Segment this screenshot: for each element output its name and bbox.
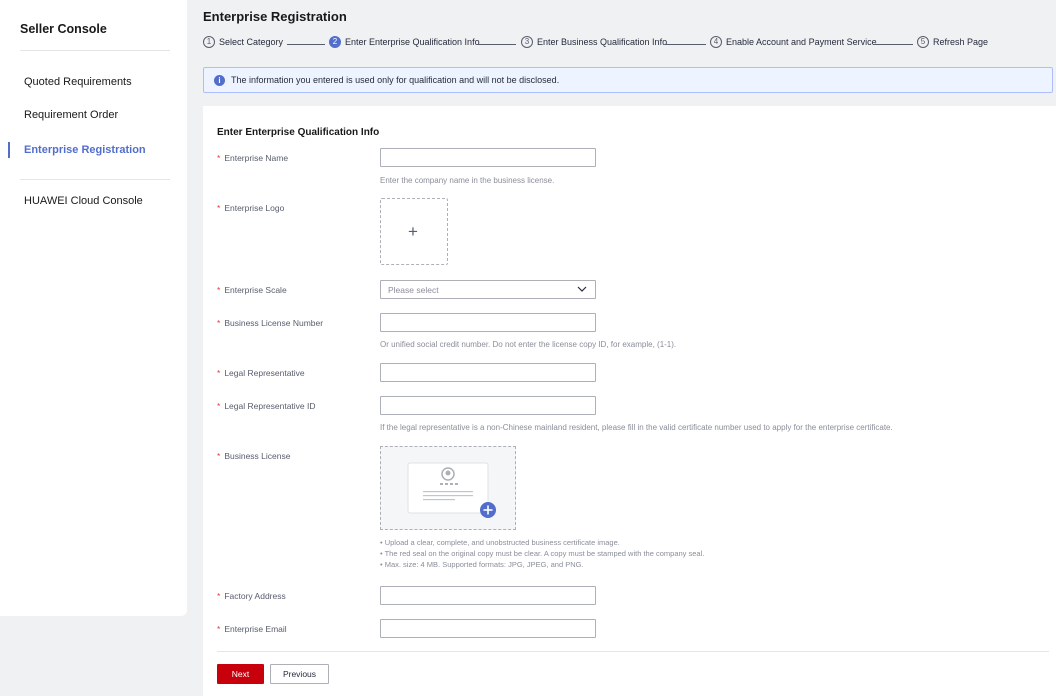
- field-label: Enterprise Logo: [224, 203, 285, 213]
- required-mark: *: [217, 285, 221, 295]
- factory-address-label: * Factory Address: [217, 591, 286, 601]
- form-panel: Enter Enterprise Qualification Info * Ent…: [203, 106, 1056, 696]
- previous-button[interactable]: Previous: [270, 664, 329, 684]
- enterprise-name-help: Enter the company name in the business l…: [380, 176, 555, 185]
- field-label: Enterprise Scale: [224, 285, 287, 295]
- enterprise-email-input[interactable]: [380, 619, 596, 638]
- step-4: 4 Enable Account and Payment Service: [710, 36, 877, 48]
- sidebar: Seller Console Quoted Requirements Requi…: [0, 0, 187, 616]
- info-banner: i The information you entered is used on…: [203, 67, 1053, 93]
- field-label: Legal Representative ID: [224, 401, 316, 411]
- enterprise-email-label: * Enterprise Email: [217, 624, 287, 634]
- required-mark: *: [217, 318, 221, 328]
- step-connector: [287, 44, 325, 45]
- sidebar-item-quoted-requirements[interactable]: Quoted Requirements: [24, 76, 132, 88]
- info-text: The information you entered is used only…: [231, 75, 560, 85]
- legal-rep-id-input[interactable]: [380, 396, 596, 415]
- enterprise-name-label: * Enterprise Name: [217, 153, 288, 163]
- step-5: 5 Refresh Page: [917, 36, 988, 48]
- step-3: 3 Enter Business Qualification Info: [521, 36, 667, 48]
- page-title: Enterprise Registration: [203, 9, 347, 24]
- step-indicator: 1 Select Category 2 Enter Enterprise Qua…: [203, 36, 1043, 54]
- license-number-help: Or unified social credit number. Do not …: [380, 340, 677, 349]
- required-mark: *: [217, 401, 221, 411]
- required-mark: *: [217, 591, 221, 601]
- step-connector: [873, 44, 913, 45]
- upload-note: • The red seal on the original copy must…: [380, 549, 705, 558]
- upload-requirements: • Upload a clear, complete, and unobstru…: [380, 537, 704, 570]
- required-mark: *: [217, 624, 221, 634]
- legal-rep-label: * Legal Representative: [217, 368, 305, 378]
- legal-rep-input[interactable]: [380, 363, 596, 382]
- sidebar-title: Seller Console: [20, 22, 107, 36]
- field-label: Factory Address: [224, 591, 286, 601]
- sidebar-item-requirement-order[interactable]: Requirement Order: [24, 109, 118, 121]
- required-mark: *: [217, 368, 221, 378]
- step-connector: [477, 44, 516, 45]
- sidebar-divider: [20, 50, 170, 51]
- license-placeholder-icon: [407, 462, 496, 518]
- business-license-upload[interactable]: [380, 446, 516, 530]
- step-label: Enter Enterprise Qualification Info: [345, 37, 480, 47]
- factory-address-input[interactable]: [380, 586, 596, 605]
- upload-note: • Upload a clear, complete, and unobstru…: [380, 538, 620, 547]
- form-divider: [217, 651, 1049, 652]
- plus-icon: +: [408, 222, 418, 241]
- step-number: 2: [329, 36, 341, 48]
- step-1: 1 Select Category: [203, 36, 283, 48]
- info-icon: i: [214, 74, 225, 86]
- sidebar-item-huawei-cloud-console[interactable]: HUAWEI Cloud Console: [24, 195, 143, 207]
- license-number-label: * Business License Number: [217, 318, 323, 328]
- step-2: 2 Enter Enterprise Qualification Info: [329, 36, 480, 48]
- section-title: Enter Enterprise Qualification Info: [217, 127, 380, 138]
- step-number: 5: [917, 36, 929, 48]
- license-number-input[interactable]: [380, 313, 596, 332]
- chevron-down-icon: [577, 286, 587, 292]
- step-label: Refresh Page: [933, 37, 989, 47]
- enterprise-scale-label: * Enterprise Scale: [217, 285, 287, 295]
- step-label: Enter Business Qualification Info: [537, 37, 668, 47]
- step-label: Select Category: [219, 37, 284, 47]
- business-license-label: * Business License: [217, 451, 290, 461]
- next-button[interactable]: Next: [217, 664, 264, 684]
- enterprise-name-input[interactable]: [380, 148, 596, 167]
- required-mark: *: [217, 203, 221, 213]
- step-number: 1: [203, 36, 215, 48]
- field-label: Business License: [224, 451, 291, 461]
- enterprise-logo-label: * Enterprise Logo: [217, 203, 284, 213]
- enterprise-logo-upload[interactable]: +: [380, 198, 448, 265]
- field-label: Business License Number: [224, 318, 324, 328]
- required-mark: *: [217, 451, 221, 461]
- step-connector: [665, 44, 706, 45]
- legal-rep-id-help: If the legal representative is a non-Chi…: [380, 423, 893, 432]
- step-number: 3: [521, 36, 533, 48]
- field-label: Enterprise Email: [224, 624, 287, 634]
- required-mark: *: [217, 153, 221, 163]
- sidebar-divider: [20, 179, 170, 180]
- upload-note: • Max. size: 4 MB. Supported formats: JP…: [380, 560, 584, 569]
- field-label: Legal Representative: [224, 368, 305, 378]
- enterprise-scale-select[interactable]: Please select: [380, 280, 596, 299]
- field-label: Enterprise Name: [224, 153, 289, 163]
- step-label: Enable Account and Payment Service: [726, 37, 877, 47]
- step-number: 4: [710, 36, 722, 48]
- legal-rep-id-label: * Legal Representative ID: [217, 401, 316, 411]
- sidebar-active-indicator: [8, 142, 10, 158]
- sidebar-item-enterprise-registration[interactable]: Enterprise Registration: [24, 144, 146, 156]
- select-placeholder: Please select: [388, 285, 439, 295]
